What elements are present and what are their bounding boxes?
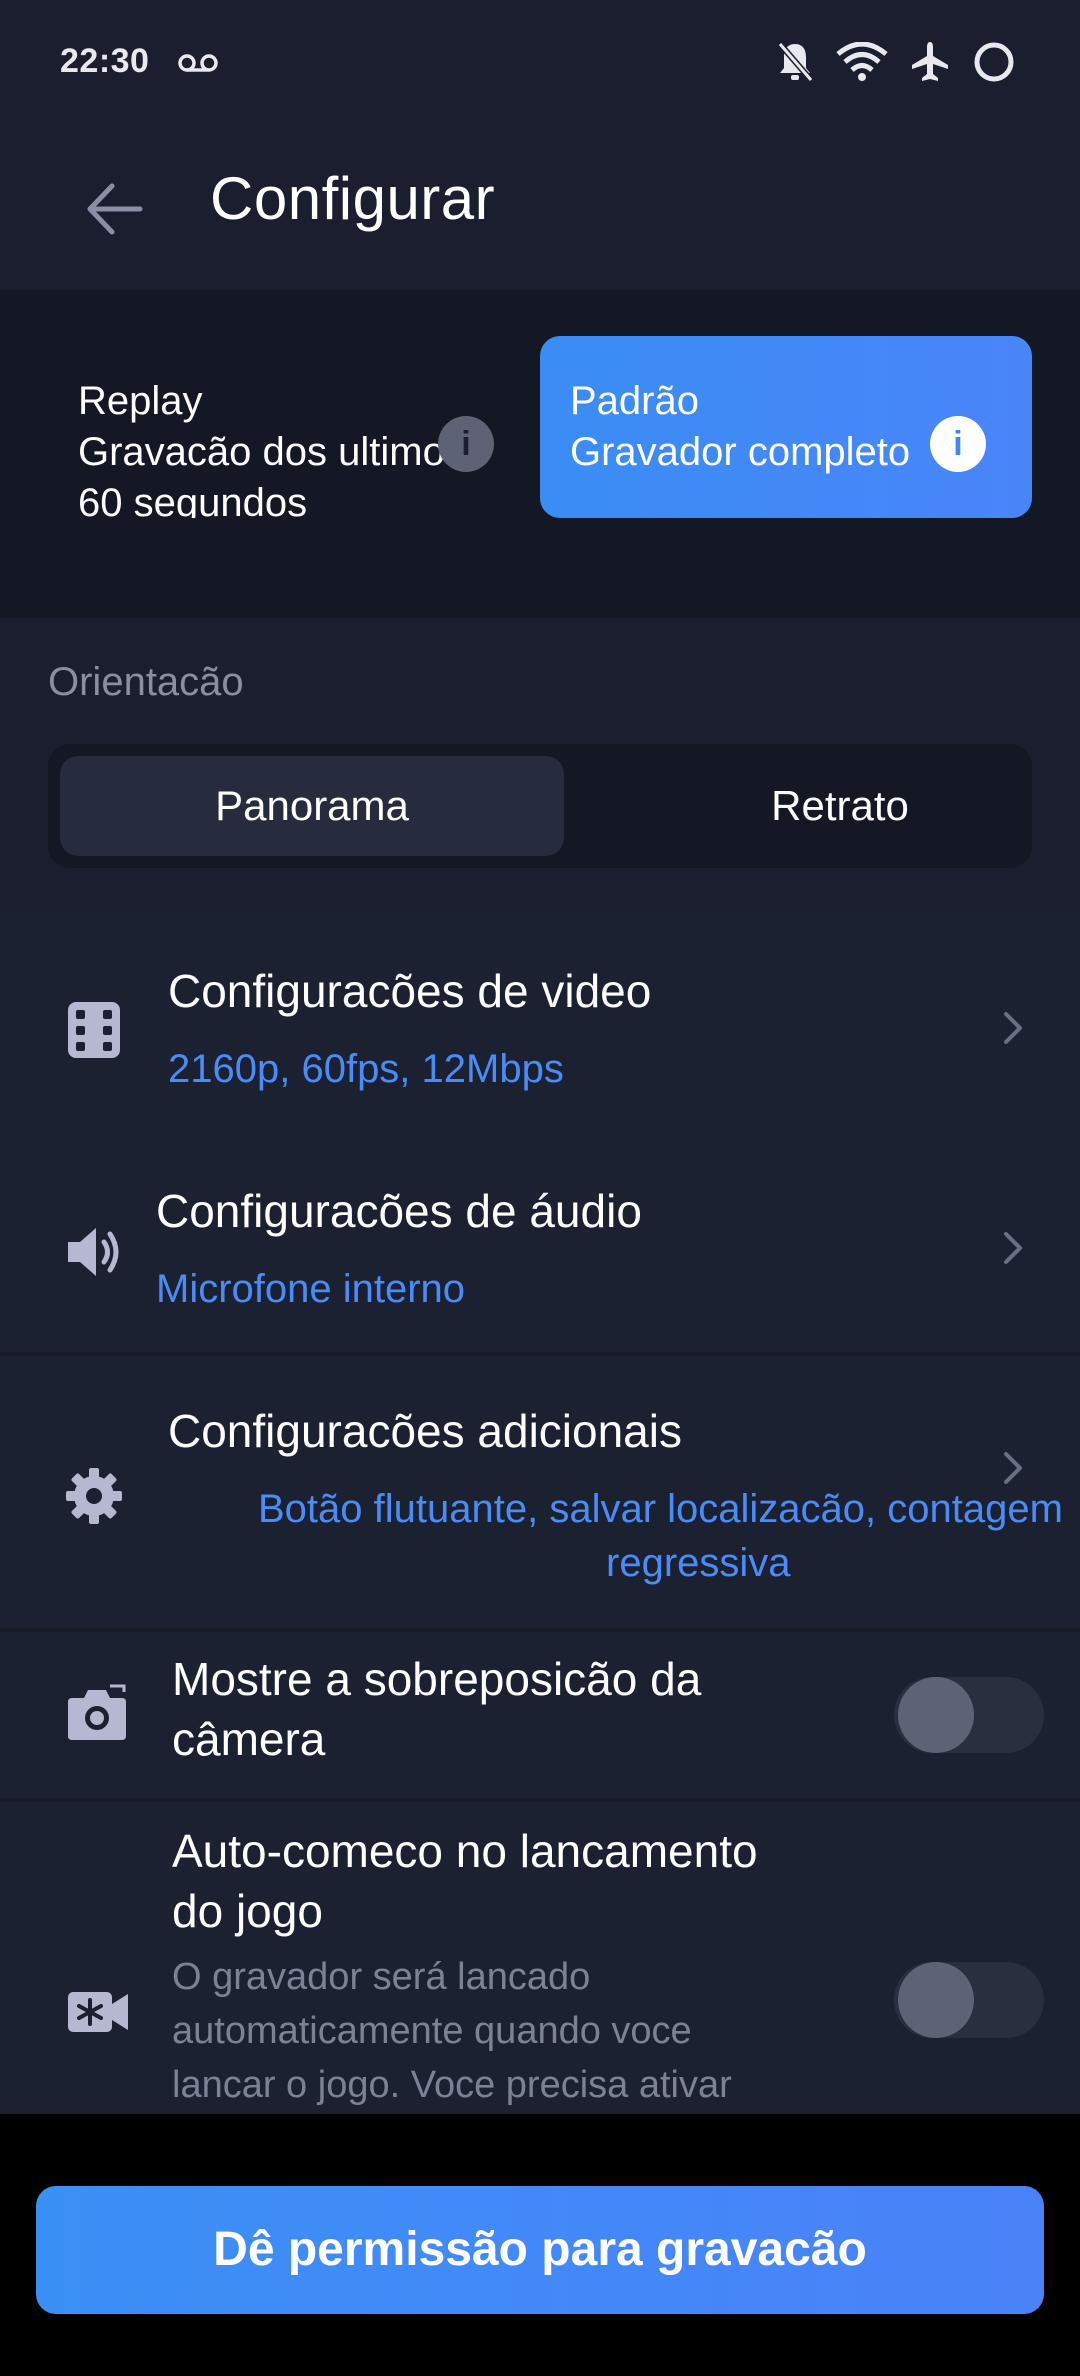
mode-panel: Replay Gravacão dos ultimos 60 segundos …	[0, 290, 1080, 618]
orientation-retrato-button[interactable]: Retrato	[588, 756, 1080, 856]
additional-settings-value-cont: regressiva	[606, 1541, 791, 1585]
bottom-bar: Dê permissão para gravacão	[0, 2114, 1080, 2376]
video-settings-title: Configuracões de video	[168, 965, 652, 1017]
additional-settings-value: Botão flutuante, salvar localizacão, con…	[258, 1487, 1063, 1531]
app-header: Configurar	[0, 130, 1080, 290]
status-bar: 22:30	[0, 0, 1080, 130]
autostart-row[interactable]: Auto-comeco no lancamento do jogo O grav…	[0, 1802, 1080, 2114]
status-time: 22:30	[60, 42, 150, 80]
toggle-knob	[898, 1677, 974, 1753]
mode-replay-card[interactable]: Replay Gravacão dos ultimos 60 segundos …	[48, 336, 528, 518]
autostart-title-line1: Auto-comeco no lancamento	[172, 1825, 758, 1877]
autostart-desc-line2: automaticamente quando voce	[172, 2010, 692, 2052]
audio-settings-title: Configuracões de áudio	[156, 1185, 642, 1237]
additional-settings-title: Configuracões adicionais	[168, 1405, 682, 1457]
autostart-toggle[interactable]	[894, 1962, 1044, 2038]
mode-replay-duration: 60 segundos	[78, 481, 308, 518]
toggle-knob	[898, 1962, 974, 2038]
page-title: Configurar	[210, 165, 496, 232]
video-settings-value: 2160p, 60fps, 12Mbps	[168, 1047, 564, 1091]
battery-ring-icon	[974, 42, 1014, 82]
voicemail-icon	[178, 54, 218, 72]
autostart-desc-line3: lancar o jogo. Voce precisa ativar	[172, 2064, 732, 2106]
additional-settings-row[interactable]: Configuracões adicionais Botão flutuante…	[0, 1356, 1080, 1628]
orientation-toggle: Panorama Retrato	[48, 744, 1032, 868]
mode-replay-subtitle: Gravacão dos ultimos	[78, 430, 465, 474]
camera-overlay-row[interactable]: Mostre a sobreposicão da câmera	[0, 1632, 1080, 1798]
arrow-left-icon[interactable]	[80, 174, 150, 244]
camera-overlay-title-line2: câmera	[172, 1713, 326, 1765]
chevron-right-icon	[1004, 1012, 1022, 1044]
camera-icon	[68, 1684, 126, 1740]
chevron-right-icon	[1004, 1452, 1022, 1484]
orientation-panorama-button[interactable]: Panorama	[60, 756, 564, 856]
video-settings-row[interactable]: Configuracões de video 2160p, 60fps, 12M…	[0, 912, 1080, 1132]
info-icon[interactable]: i	[438, 416, 494, 472]
autostart-desc-line1: O gravador será lancado	[172, 1956, 591, 1998]
film-icon	[68, 1002, 120, 1058]
video-camera-icon	[68, 1992, 128, 2032]
audio-settings-value: Microfone interno	[156, 1267, 466, 1311]
wifi-icon	[836, 42, 888, 81]
gear-icon	[66, 1468, 122, 1524]
mode-padrao-card[interactable]: Padrão Gravador completo i	[540, 336, 1032, 518]
mode-replay-title: Replay	[78, 379, 203, 423]
orientation-label: Orientacão	[48, 660, 244, 704]
grant-permission-button[interactable]: Dê permissão para gravacão	[36, 2186, 1044, 2314]
airplane-icon	[912, 42, 948, 81]
speaker-icon	[68, 1228, 119, 1276]
notifications-off-icon	[777, 42, 814, 82]
mode-padrao-title: Padrão	[570, 379, 699, 423]
chevron-right-icon	[1004, 1232, 1022, 1264]
audio-settings-row[interactable]: Configuracões de áudio Microfone interno	[0, 1132, 1080, 1352]
autostart-title-line2: do jogo	[172, 1885, 323, 1937]
camera-overlay-toggle[interactable]	[894, 1677, 1044, 1753]
camera-overlay-title-line1: Mostre a sobreposicão da	[172, 1653, 702, 1705]
info-icon[interactable]: i	[930, 416, 986, 472]
